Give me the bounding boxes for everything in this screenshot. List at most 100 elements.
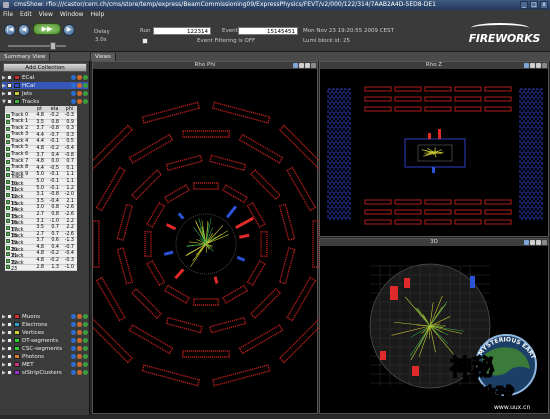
next-event-button[interactable]: ▶ — [63, 24, 75, 36]
track-checkbox[interactable] — [6, 160, 10, 164]
info-icon[interactable] — [71, 346, 76, 351]
collection-photons[interactable]: ▶ Photons — [2, 353, 88, 360]
track-checkbox[interactable] — [6, 134, 10, 138]
color-swatch[interactable] — [14, 322, 20, 327]
filter-icon[interactable] — [77, 75, 82, 80]
collection-hcal[interactable]: ▶ HCal — [2, 82, 88, 89]
filter-icon[interactable] — [77, 91, 82, 96]
color-swatch[interactable] — [14, 354, 20, 359]
track-checkbox[interactable] — [6, 246, 10, 250]
color-swatch[interactable] — [14, 91, 20, 96]
filter-icon[interactable] — [77, 362, 82, 367]
visibility-checkbox[interactable] — [7, 314, 12, 319]
color-swatch[interactable] — [14, 362, 20, 367]
visibility-checkbox[interactable] — [7, 354, 12, 359]
info-icon[interactable] — [71, 338, 76, 343]
column-phi[interactable]: phi — [62, 106, 77, 113]
rho-z-canvas[interactable] — [320, 69, 550, 238]
rho-phi-view[interactable]: Rho Phi — [92, 61, 318, 414]
edit-icon[interactable] — [83, 338, 88, 343]
info-icon[interactable] — [71, 314, 76, 319]
visibility-checkbox[interactable] — [7, 91, 12, 96]
color-swatch[interactable] — [14, 338, 20, 343]
view-controls[interactable] — [293, 63, 316, 68]
filter-icon[interactable] — [77, 370, 82, 375]
track-checkbox[interactable] — [6, 140, 10, 144]
track-checkbox[interactable] — [6, 206, 10, 210]
menu-window[interactable]: Window — [60, 10, 84, 20]
edit-icon[interactable] — [83, 314, 88, 319]
filter-icon[interactable] — [77, 83, 82, 88]
edit-icon[interactable] — [83, 346, 88, 351]
track-checkbox[interactable] — [6, 239, 10, 243]
color-swatch[interactable] — [14, 370, 20, 375]
menu-view[interactable]: View — [39, 10, 53, 20]
track-checkbox[interactable] — [6, 193, 10, 197]
edit-icon[interactable] — [83, 322, 88, 327]
visibility-checkbox[interactable] — [7, 322, 12, 327]
view-controls[interactable] — [524, 63, 547, 68]
track-checkbox[interactable] — [6, 127, 10, 131]
minimize-button[interactable]: _ — [520, 1, 528, 9]
info-icon[interactable] — [71, 322, 76, 327]
delay-slider-track[interactable] — [8, 45, 66, 47]
collection-muons[interactable]: ▶ Muons — [2, 313, 88, 320]
filter-icon[interactable] — [77, 346, 82, 351]
track-checkbox[interactable] — [6, 186, 10, 190]
delay-slider-knob[interactable] — [50, 42, 56, 50]
info-icon[interactable] — [71, 354, 76, 359]
column-pt[interactable]: pt — [32, 106, 47, 113]
color-swatch[interactable] — [14, 330, 20, 335]
track-checkbox[interactable] — [6, 180, 10, 184]
visibility-checkbox[interactable] — [7, 346, 12, 351]
info-icon[interactable] — [71, 330, 76, 335]
collection-sistripclusters[interactable]: ▶ siStripClusters — [2, 369, 88, 376]
info-icon[interactable] — [71, 91, 76, 96]
view-controls[interactable] — [524, 240, 547, 245]
collection-ecal[interactable]: ▶ ECal — [2, 74, 88, 81]
info-icon[interactable] — [71, 370, 76, 375]
filter-icon[interactable] — [77, 330, 82, 335]
track-checkbox[interactable] — [6, 120, 10, 124]
edit-icon[interactable] — [83, 83, 88, 88]
track-checkbox[interactable] — [6, 213, 10, 217]
color-swatch[interactable] — [14, 99, 20, 104]
collection-dt-segments[interactable]: ▶ DT-segments — [2, 337, 88, 344]
track-checkbox[interactable] — [6, 232, 10, 236]
visibility-checkbox[interactable] — [7, 83, 12, 88]
visibility-checkbox[interactable] — [7, 362, 12, 367]
track-checkbox[interactable] — [6, 200, 10, 204]
filter-icon[interactable] — [77, 322, 82, 327]
collection-csc-segments[interactable]: ▶ CSC-segments — [2, 345, 88, 352]
rho-z-view[interactable]: Rho Z — [319, 61, 549, 237]
color-swatch[interactable] — [14, 83, 20, 88]
event-field[interactable]: 15145451 — [238, 27, 298, 35]
track-checkbox[interactable] — [6, 252, 10, 256]
menu-file[interactable]: File — [3, 10, 13, 20]
previous-event-button[interactable]: ◀ — [18, 24, 30, 36]
first-event-button[interactable]: |◀ — [4, 24, 16, 36]
visibility-checkbox[interactable] — [7, 99, 12, 104]
filter-icon[interactable] — [77, 338, 82, 343]
info-icon[interactable] — [71, 83, 76, 88]
add-collection-button[interactable]: Add Collection — [3, 63, 87, 72]
column-eta[interactable]: eta — [47, 106, 62, 113]
visibility-checkbox[interactable] — [7, 370, 12, 375]
rho-phi-canvas[interactable] — [93, 69, 319, 415]
filter-icon[interactable] — [77, 354, 82, 359]
info-icon[interactable] — [71, 99, 76, 104]
track-checkbox[interactable] — [6, 173, 10, 177]
info-icon[interactable] — [71, 362, 76, 367]
collection-tracks[interactable]: ▼ Tracks — [2, 98, 88, 105]
edit-icon[interactable] — [83, 370, 88, 375]
track-checkbox[interactable] — [6, 226, 10, 230]
track-checkbox[interactable] — [6, 167, 10, 171]
close-button[interactable]: x — [540, 1, 548, 9]
run-field[interactable]: 122314 — [153, 27, 211, 35]
event-filter-checkbox[interactable] — [142, 38, 148, 44]
color-swatch[interactable] — [14, 75, 20, 80]
edit-icon[interactable] — [83, 91, 88, 96]
collection-met[interactable]: ▶ MET — [2, 361, 88, 368]
track-checkbox[interactable] — [6, 219, 10, 223]
collection-vertices[interactable]: ▶ Vertices — [2, 329, 88, 336]
